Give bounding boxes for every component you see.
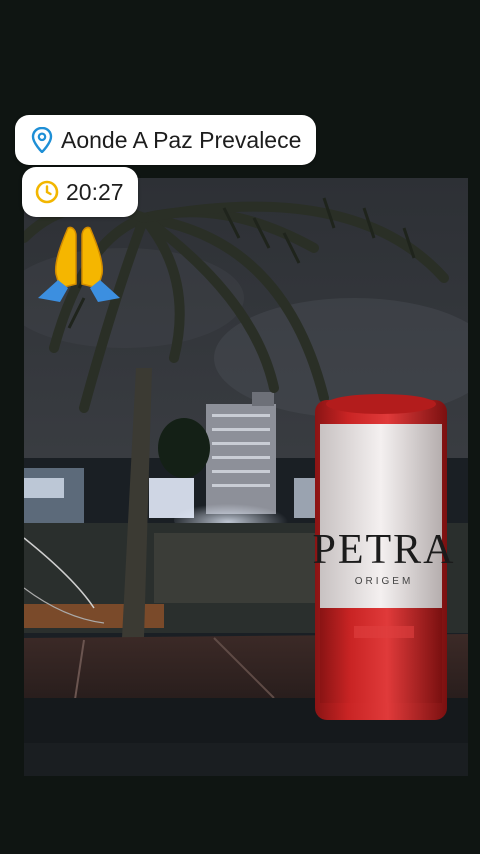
location-pin-icon (29, 127, 55, 153)
can-sub-text: ORIGEM (355, 576, 414, 587)
location-name: Aonde A Paz Prevalece (61, 126, 302, 153)
can-brand-text: PETRA (312, 527, 455, 573)
folded-hands-emoji[interactable] (38, 222, 120, 304)
location-sticker[interactable]: Aonde A Paz Prevalece (15, 115, 317, 165)
time-text: 20:27 (66, 178, 124, 205)
beer-can: PETRA ORIGEM (312, 394, 455, 720)
time-sticker[interactable]: 20:27 (22, 167, 138, 217)
clock-icon (34, 179, 60, 205)
